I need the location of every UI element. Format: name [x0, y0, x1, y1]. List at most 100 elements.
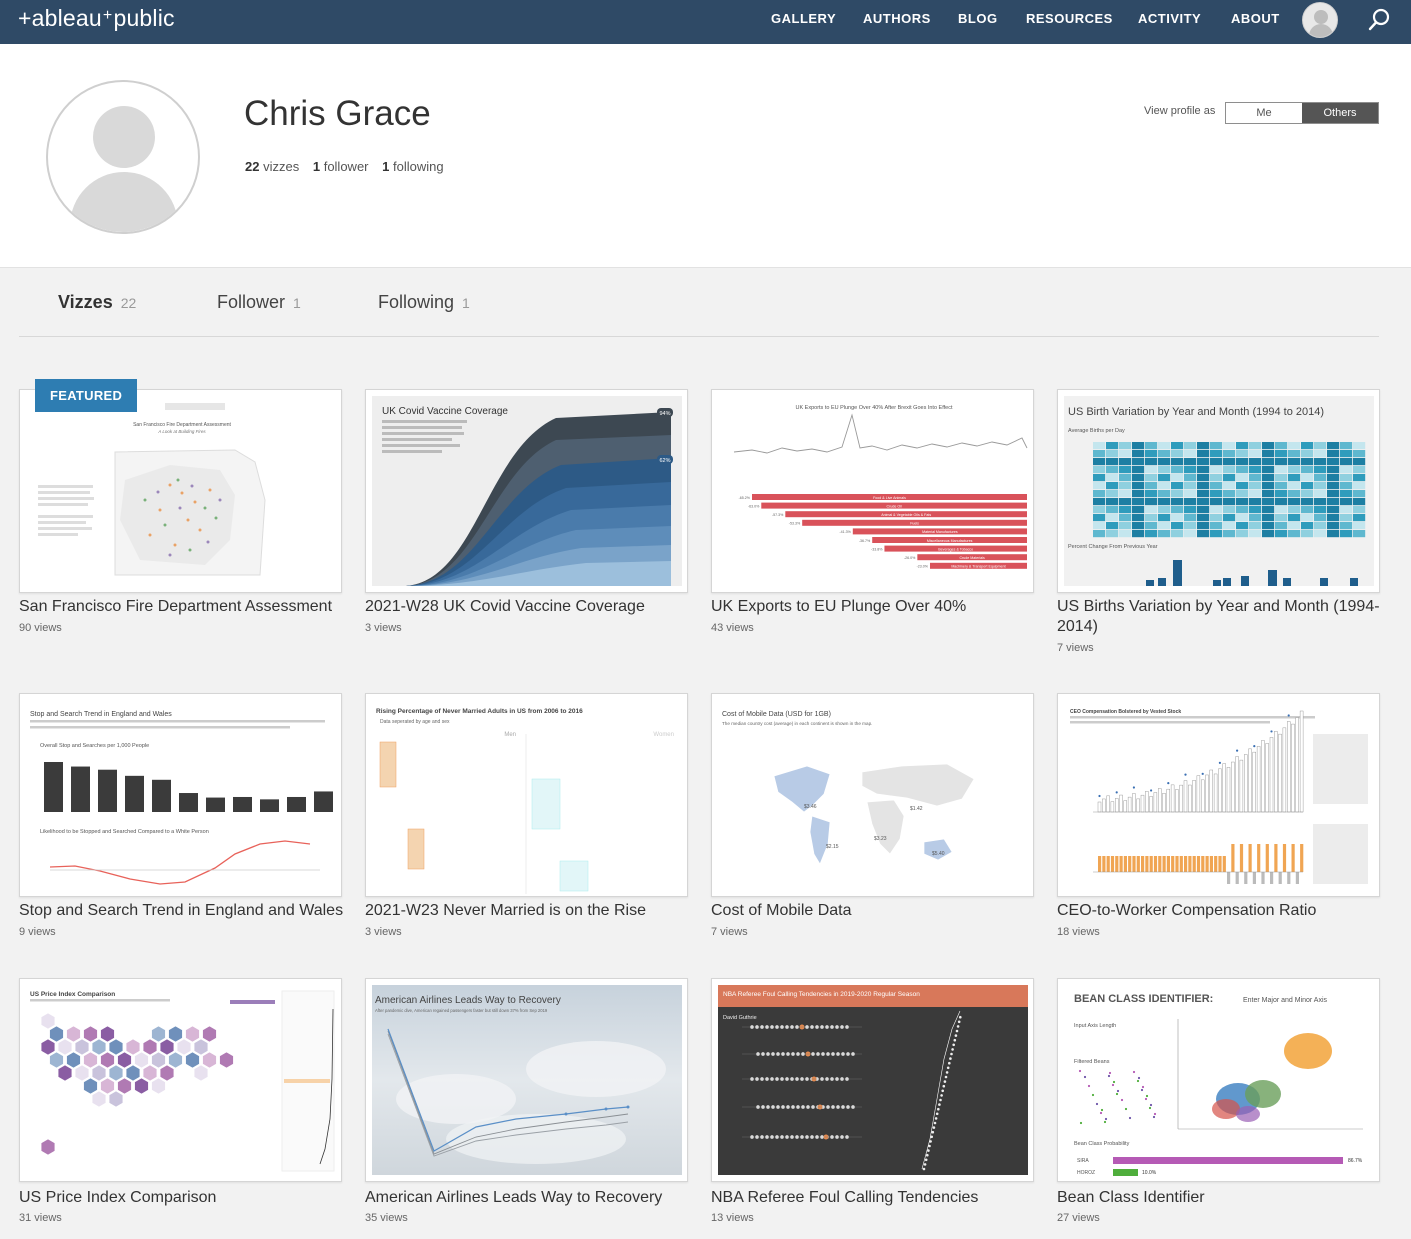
thumb-bar — [1278, 872, 1282, 884]
heatmap-cell — [1262, 506, 1275, 514]
thumb-bar — [1243, 754, 1248, 813]
nav-resources[interactable]: RESOURCES — [1026, 11, 1113, 26]
viz-title[interactable]: US Price Index Comparison — [19, 1188, 349, 1208]
heatmap-cell — [1223, 514, 1236, 522]
profile-header: Chris Grace 22 vizzes 1 follower 1 follo… — [0, 44, 1411, 268]
heatmap-cell — [1236, 522, 1249, 530]
heatmap-cell — [1236, 506, 1249, 514]
nav-authors[interactable]: AUTHORS — [863, 11, 931, 26]
heatmap-cell — [1288, 522, 1301, 530]
viz-thumbnail[interactable]: US Birth Variation by Year and Month (19… — [1057, 389, 1380, 593]
heatmap-cell — [1353, 490, 1366, 498]
nav-about[interactable]: ABOUT — [1231, 11, 1280, 26]
thumb-bar — [1175, 856, 1179, 872]
viz-thumbnail[interactable]: US Price Index Comparison — [19, 978, 342, 1182]
tableau-public-logo[interactable]: +ableau+public — [18, 5, 175, 32]
viz-thumbnail[interactable]: UK Covid Vaccine Coverage 94% 62% — [365, 389, 688, 593]
heatmap-cell — [1353, 522, 1366, 530]
thumb-point — [953, 1038, 957, 1042]
thumb-point — [1078, 1069, 1082, 1073]
viz-title[interactable]: Stop and Search Trend in England and Wal… — [19, 901, 349, 921]
tab-vizzes[interactable]: Vizzes 22 — [58, 292, 136, 313]
thumb-bar — [287, 796, 306, 812]
thumb-point — [1140, 1088, 1144, 1092]
heatmap-cell — [1119, 514, 1132, 522]
thumb-bar — [125, 775, 144, 812]
heatmap-cell — [1340, 530, 1353, 538]
vizzes-count[interactable]: 22 vizzes — [245, 159, 299, 174]
heatmap-cell — [1327, 522, 1340, 530]
nav-blog[interactable]: BLOG — [958, 11, 998, 26]
viz-title[interactable]: Cost of Mobile Data — [711, 901, 1041, 921]
heatmap-cell — [1262, 466, 1275, 474]
heatmap-cell — [1327, 442, 1340, 450]
heatmap-cell — [1301, 442, 1314, 450]
viz-title[interactable]: US Births Variation by Year and Month (1… — [1057, 597, 1387, 637]
heatmap-cell — [1145, 442, 1158, 450]
heatmap-cell — [1210, 506, 1223, 514]
view-as-others-button[interactable]: Others — [1302, 103, 1378, 123]
tab-following[interactable]: Following 1 — [378, 292, 470, 313]
viz-title[interactable]: San Francisco Fire Department Assessment — [19, 597, 349, 617]
heatmap-cell — [1145, 466, 1158, 474]
heatmap-cell — [1327, 530, 1340, 538]
viz-thumbnail[interactable]: Rising Percentage of Never Married Adult… — [365, 693, 688, 897]
viz-thumbnail[interactable]: San Francisco Fire Department Assessment… — [19, 389, 342, 593]
viz-thumbnail[interactable]: Stop and Search Trend in England and Wal… — [19, 693, 342, 897]
heatmap-cell — [1262, 442, 1275, 450]
thumb-bar — [1179, 784, 1183, 813]
thumb-bar — [1239, 844, 1244, 872]
heatmap-cell — [1093, 490, 1106, 498]
thumb-bar — [1235, 872, 1239, 884]
nav-activity[interactable]: ACTIVITY — [1138, 11, 1201, 26]
heatmap-cell — [1301, 482, 1314, 490]
heatmap-cell — [1093, 498, 1106, 506]
viz-thumbnail[interactable]: CEO Compensation Bolstered by Vested Sto… — [1057, 693, 1380, 897]
following-count[interactable]: 1 following — [382, 159, 443, 174]
thumb-bar — [1201, 856, 1205, 872]
heatmap-cell — [1249, 506, 1262, 514]
thumb-bar — [1102, 856, 1106, 872]
viz-title[interactable]: NBA Referee Foul Calling Tendencies — [711, 1188, 1041, 1208]
viz-title[interactable]: 2021-W28 UK Covid Vaccine Coverage — [365, 597, 695, 617]
heatmap-cell — [1158, 506, 1171, 514]
thumb-bar-label: Crude Materials — [959, 556, 985, 560]
heatmap-cell — [1301, 450, 1314, 458]
viz-views: 3 views — [365, 926, 402, 938]
heatmap-cell — [1158, 450, 1171, 458]
heatmap-cell — [1288, 498, 1301, 506]
thumb-point — [956, 1025, 960, 1028]
thumb-point — [1137, 1076, 1141, 1080]
search-icon[interactable] — [1366, 7, 1392, 33]
heatmap-cell — [1340, 474, 1353, 482]
thumb-bar — [1295, 872, 1299, 884]
heatmap-cell — [1288, 458, 1301, 466]
thumb-bar — [1218, 768, 1222, 813]
viz-title[interactable]: Bean Class Identifier — [1057, 1188, 1387, 1208]
thumb-point — [941, 1089, 944, 1093]
account-avatar[interactable] — [1302, 2, 1338, 38]
viz-thumbnail[interactable]: Cost of Mobile Data (USD for 1GB) The me… — [711, 693, 1034, 897]
heatmap-cell — [1210, 482, 1223, 490]
viz-title[interactable]: 2021-W23 Never Married is on the Rise — [365, 901, 695, 921]
thumb-bar — [1282, 727, 1287, 813]
viz-thumbnail[interactable]: American Airlines Leads Way to Recovery … — [365, 978, 688, 1182]
viz-thumbnail[interactable]: NBA Referee Foul Calling Tendencies in 2… — [711, 978, 1034, 1182]
viz-title[interactable]: American Airlines Leads Way to Recovery — [365, 1188, 695, 1208]
thumb-bar — [1136, 798, 1140, 813]
viz-title[interactable]: CEO-to-Worker Compensation Ratio — [1057, 901, 1387, 921]
thumb-bar — [233, 796, 252, 812]
viz-thumbnail[interactable]: BEAN CLASS IDENTIFIER: Enter Major and M… — [1057, 978, 1380, 1182]
heatmap-cell — [1275, 482, 1288, 490]
followers-count[interactable]: 1 follower — [313, 159, 369, 174]
nav-gallery[interactable]: GALLERY — [771, 11, 836, 26]
thumb-point — [1141, 1085, 1145, 1089]
tab-follower[interactable]: Follower 1 — [217, 292, 301, 313]
viz-title[interactable]: UK Exports to EU Plunge Over 40% — [711, 597, 1041, 617]
thumb-bar — [1231, 844, 1235, 872]
thumb-bar — [1261, 740, 1265, 813]
thumb-badge: 62% — [659, 458, 670, 464]
heatmap-cell — [1327, 474, 1340, 482]
viz-thumbnail[interactable]: UK Exports to EU Plunge Over 40% After B… — [711, 389, 1034, 593]
view-as-me-button[interactable]: Me — [1226, 103, 1302, 123]
